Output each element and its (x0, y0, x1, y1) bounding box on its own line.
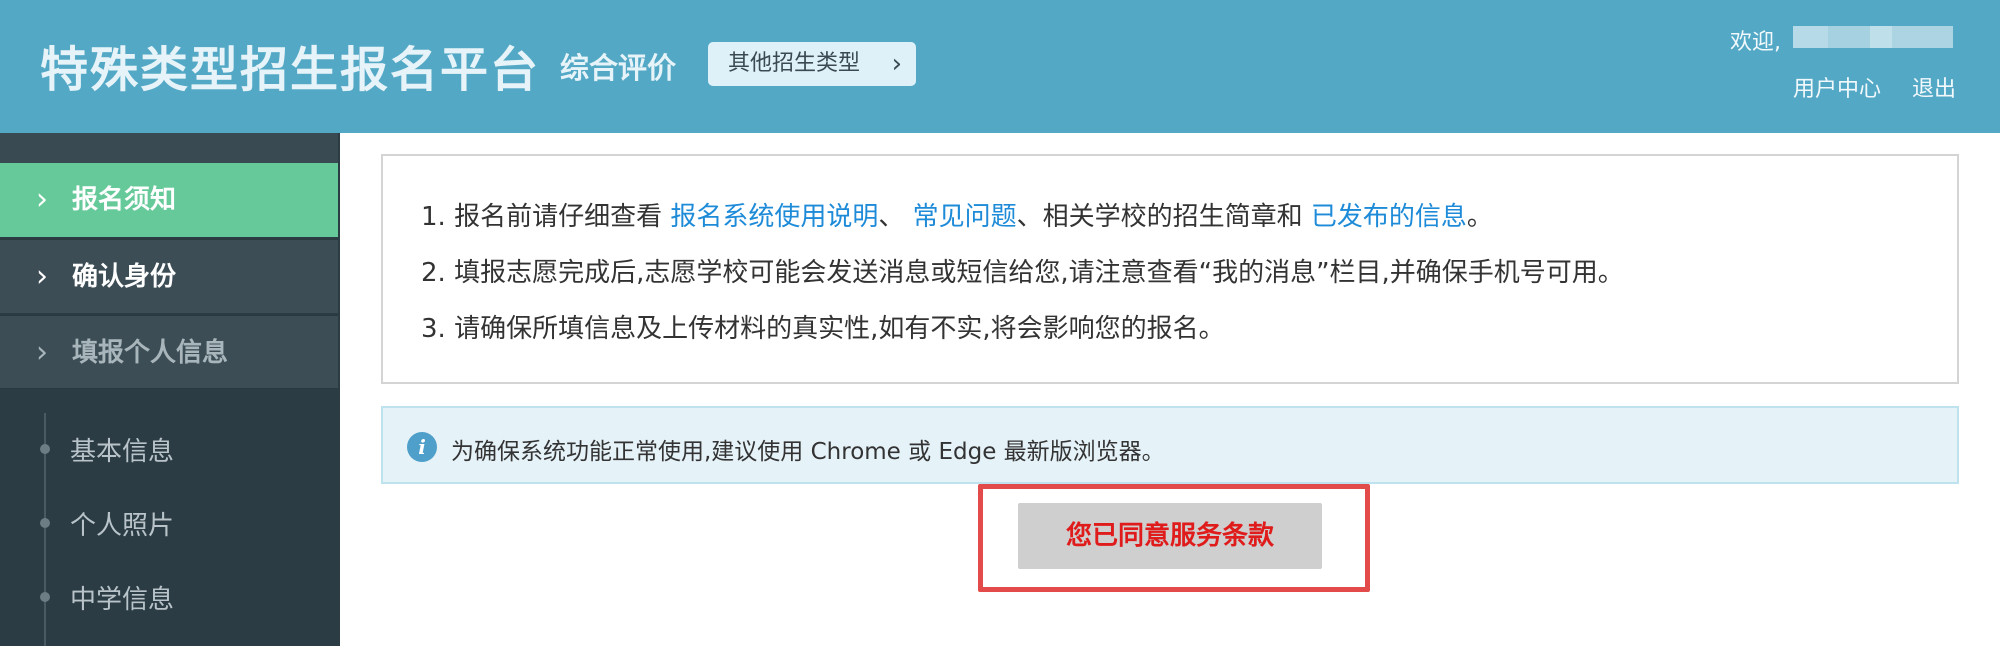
chevron-right-icon: › (36, 335, 48, 370)
masked-username (1793, 26, 1953, 48)
published-info-link[interactable]: 已发布的信息 (1311, 202, 1467, 232)
top-header: 特殊类型招生报名平台 综合评价 其他招生类型 › 欢迎, 用户中心 退出 (0, 0, 2000, 133)
browser-tip-text: 为确保系统功能正常使用,建议使用 Chrome 或 Edge 最新版浏览器。 (451, 439, 1165, 465)
sidebar-item-label: 确认身份 (72, 262, 177, 292)
other-types-button[interactable]: 其他招生类型 › (708, 42, 916, 86)
bullet-icon (40, 444, 50, 454)
agree-terms-button[interactable]: 您已同意服务条款 (1018, 503, 1322, 569)
logout-link[interactable]: 退出 (1912, 71, 1956, 103)
chevron-right-icon: › (36, 182, 48, 217)
sidebar-item-label: 填报个人信息 (72, 338, 229, 368)
notice-line-3: 3. 请确保所填信息及上传材料的真实性,如有不实,将会影响您的报名。 (421, 314, 1225, 344)
right-edge (2000, 0, 2008, 646)
sidebar-top-bar (0, 133, 338, 163)
notice-text: 、相关学校的招生简章和 (1016, 202, 1311, 232)
browser-tip: i 为确保系统功能正常使用,建议使用 Chrome 或 Edge 最新版浏览器。 (381, 406, 1959, 484)
chevron-right-icon: › (36, 259, 48, 294)
sidebar-sub-photo[interactable]: 个人照片 (70, 505, 174, 542)
other-types-label: 其他招生类型 (728, 51, 861, 76)
notice-box: 1. 报名前请仔细查看 报名系统使用说明、 常见问题、相关学校的招生简章和 已发… (381, 154, 1959, 384)
notice-text: 1. 报名前请仔细查看 (421, 202, 671, 232)
faq-link[interactable]: 常见问题 (913, 202, 1017, 232)
category-title: 综合评价 (560, 51, 677, 85)
user-center-link[interactable]: 用户中心 (1793, 71, 1881, 103)
sidebar-item-label: 报名须知 (72, 185, 177, 215)
info-icon: i (407, 432, 437, 462)
sidebar: › 报名须知 › 确认身份 › 填报个人信息 基本信息 个人照片 中学信息 (0, 133, 340, 646)
sidebar-item-confirm-identity[interactable]: › 确认身份 (0, 239, 338, 313)
welcome-text: 欢迎, (1730, 30, 1781, 55)
usage-guide-link[interactable]: 报名系统使用说明 (670, 202, 878, 232)
sidebar-sub-school-info[interactable]: 中学信息 (70, 579, 174, 616)
bullet-icon (40, 518, 50, 528)
notice-text: 。 (1466, 202, 1493, 232)
notice-line-1: 1. 报名前请仔细查看 报名系统使用说明、 常见问题、相关学校的招生简章和 已发… (421, 196, 1493, 233)
bullet-icon (40, 592, 50, 602)
notice-text: 、 (878, 202, 913, 232)
chevron-right-icon: › (891, 49, 902, 79)
notice-line-2: 2. 填报志愿完成后,志愿学校可能会发送消息或短信给您,请注意查看“我的消息”栏… (421, 258, 1624, 288)
sidebar-item-registration-notice[interactable]: › 报名须知 (0, 163, 338, 237)
sidebar-item-personal-info[interactable]: › 填报个人信息 (0, 315, 338, 389)
site-title: 特殊类型招生报名平台 (40, 42, 541, 98)
sidebar-sub-basic-info[interactable]: 基本信息 (70, 431, 174, 468)
